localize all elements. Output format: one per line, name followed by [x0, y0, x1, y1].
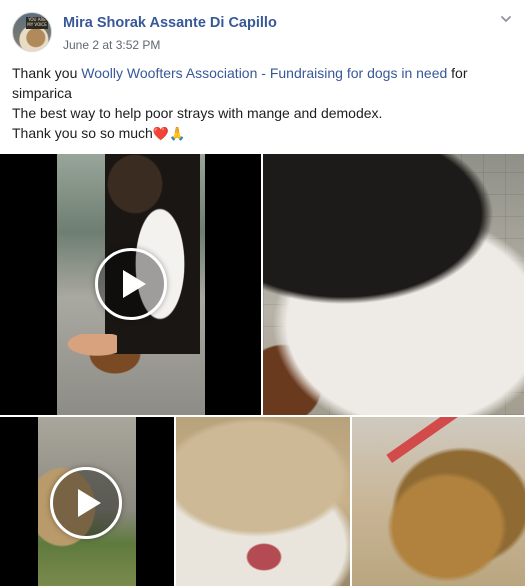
- post-text-line-2: The best way to help poor strays with ma…: [12, 105, 383, 121]
- post-text-line-1: Thank you Woolly Woofters Association - …: [12, 63, 512, 103]
- play-icon[interactable]: [50, 467, 122, 539]
- post-text-thanks: Thank you so so much: [12, 125, 153, 141]
- hand-image: [57, 334, 117, 364]
- post-timestamp[interactable]: June 2 at 3:52 PM: [63, 38, 160, 52]
- heart-emoji-icon: ❤️: [152, 127, 170, 142]
- media-photo-1[interactable]: [263, 154, 524, 415]
- author-name[interactable]: Mira Shorak Assante Di Capillo: [63, 15, 277, 31]
- chevron-down-icon[interactable]: [499, 12, 513, 26]
- avatar-sign: YOU ARE MY VOICE: [26, 17, 48, 29]
- post-header: YOU ARE MY VOICE Mira Shorak Assante Di …: [0, 0, 525, 64]
- praying-hands-emoji-icon: 🙏: [169, 127, 186, 142]
- ribbon-image: [386, 417, 458, 464]
- play-icon[interactable]: [95, 248, 167, 320]
- post-text-line-3: Thank you so so much❤️🙏: [12, 123, 512, 145]
- media-photo-3[interactable]: [352, 417, 525, 586]
- dog-image: [263, 154, 524, 415]
- media-photo-2[interactable]: [176, 417, 350, 586]
- mention-link[interactable]: Woolly Woofters Association - Fundraisin…: [81, 65, 447, 81]
- avatar[interactable]: YOU ARE MY VOICE: [12, 12, 52, 52]
- post-text: Thank you Woolly Woofters Association - …: [12, 63, 512, 145]
- post-text-prefix: Thank you: [12, 65, 82, 81]
